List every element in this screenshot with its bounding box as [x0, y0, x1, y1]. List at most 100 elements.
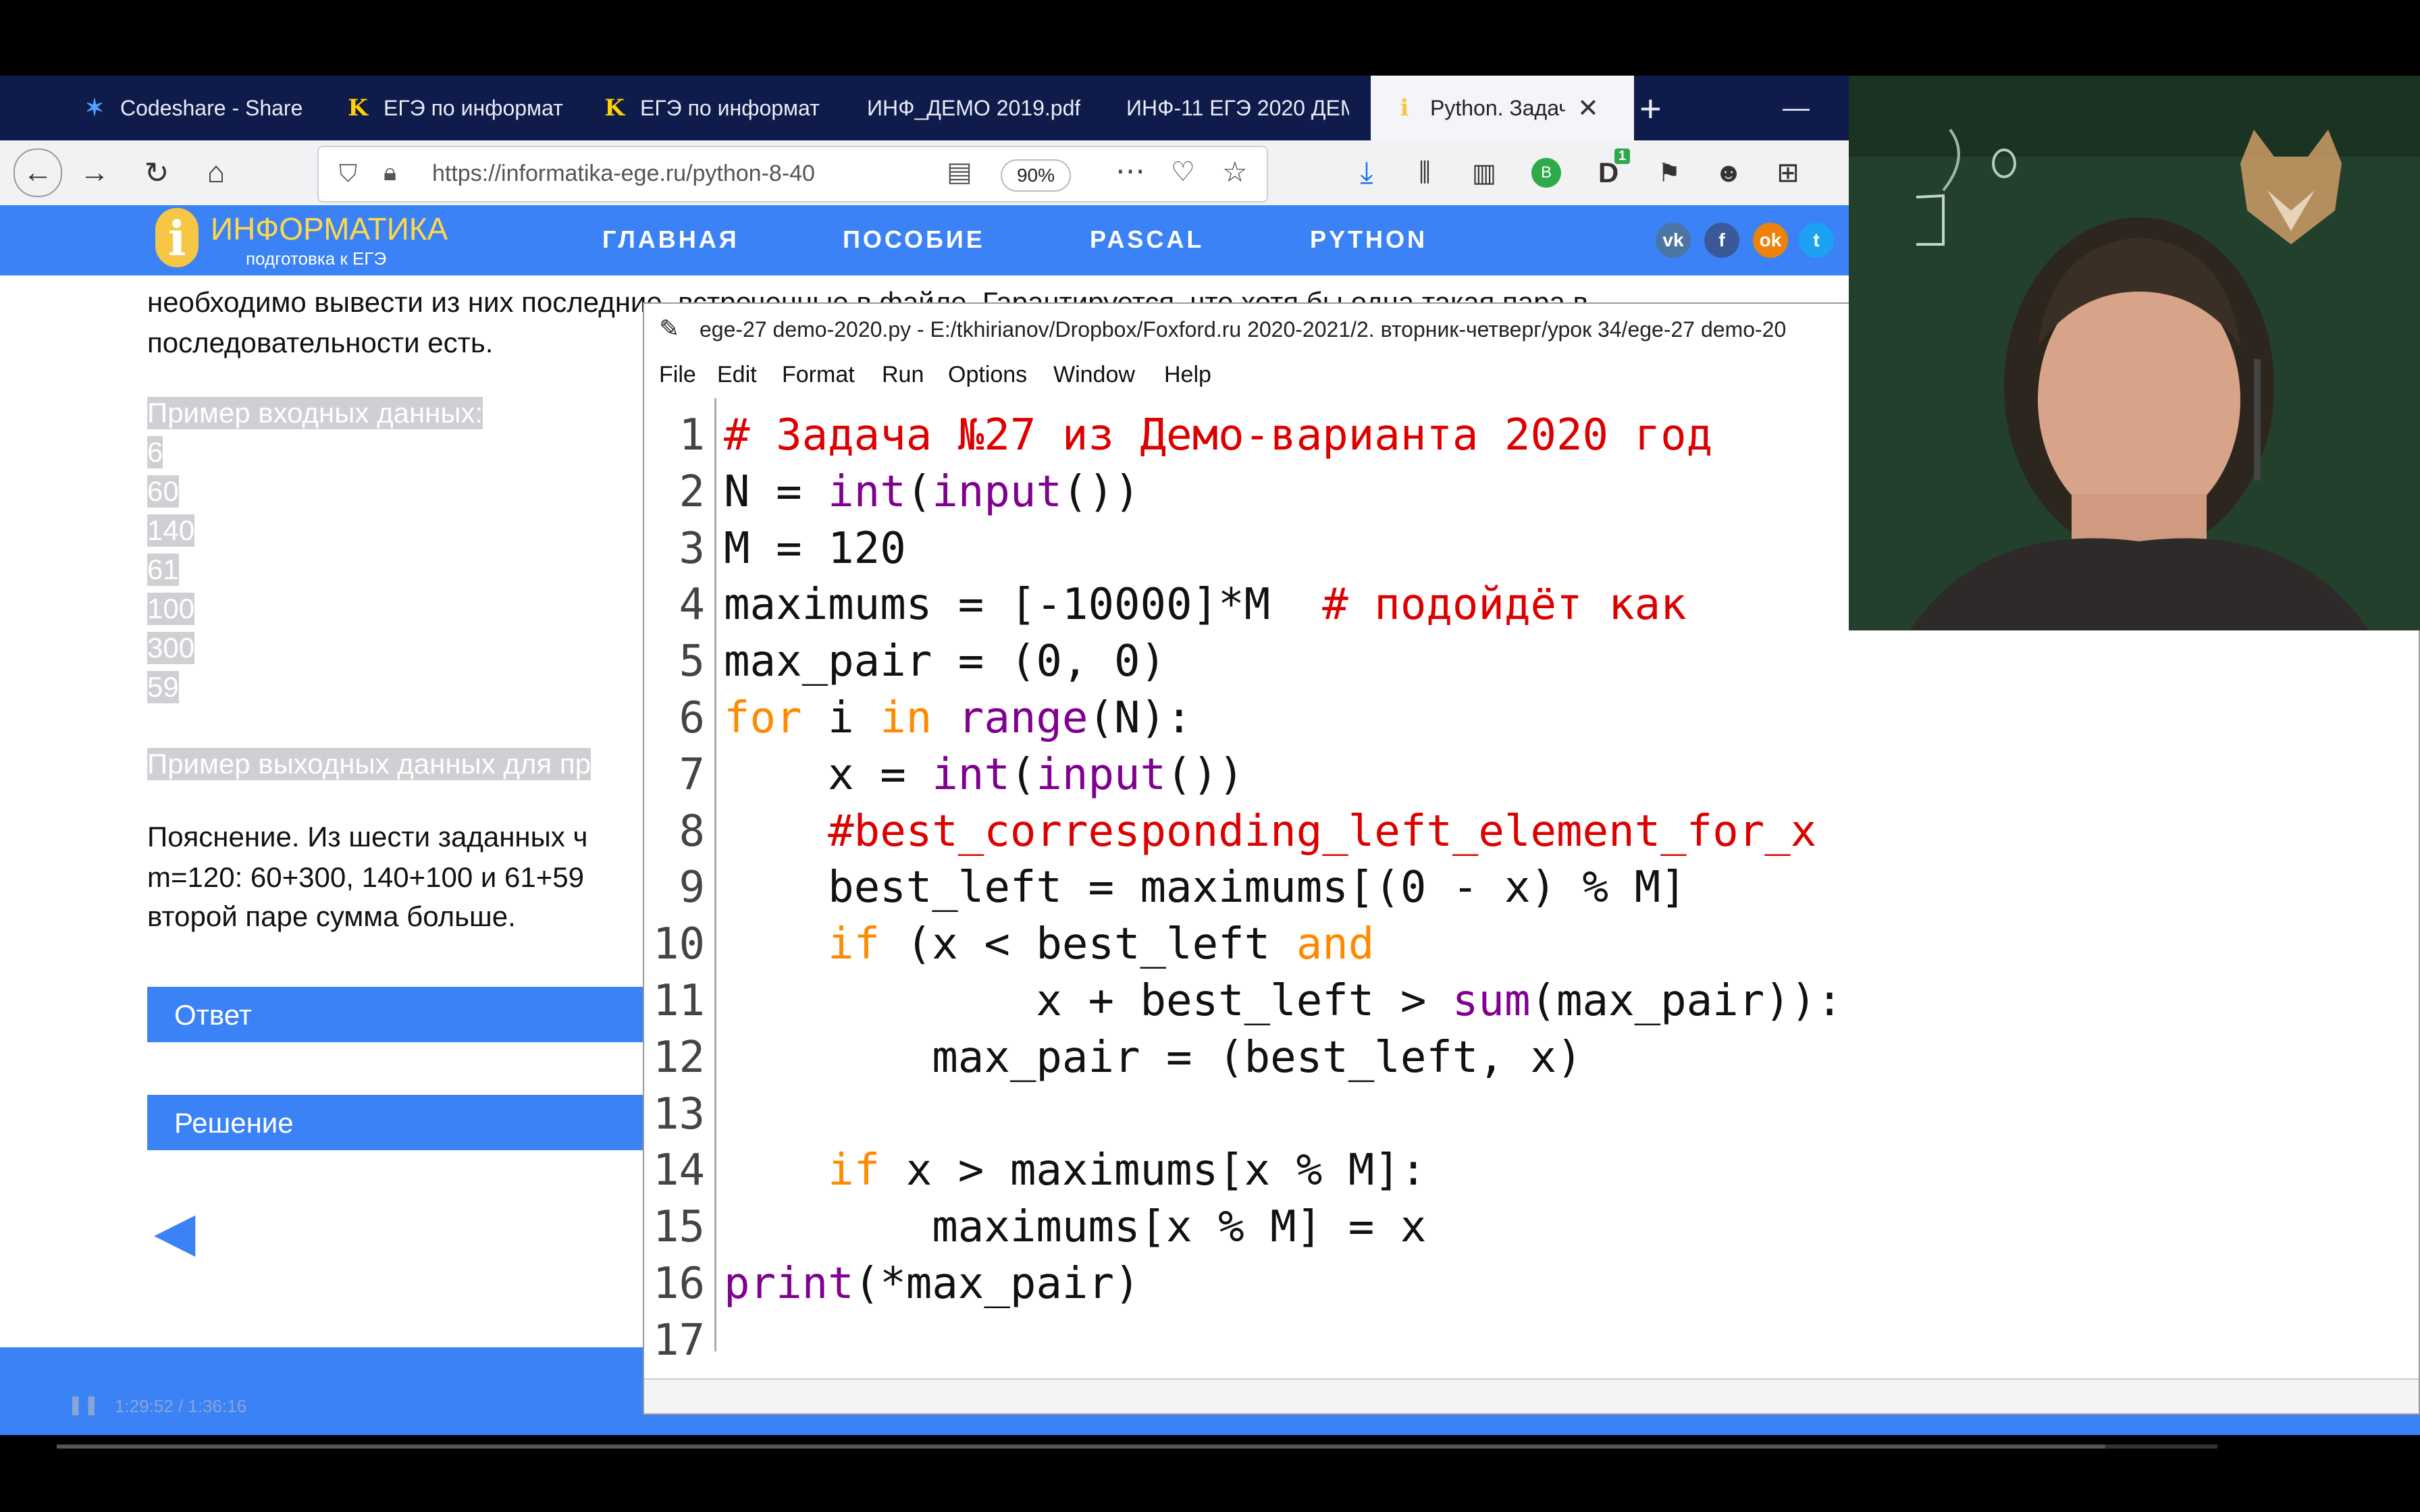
tab-label: ЕГЭ по информат — [640, 95, 820, 120]
minimize-icon[interactable]: — — [1783, 76, 1823, 140]
python-file-icon: ✎ — [659, 315, 680, 342]
webcam-video-overlay — [1849, 76, 2420, 630]
code-token: print — [724, 1259, 854, 1309]
answer-button[interactable]: Ответ — [147, 987, 647, 1042]
code-token: in — [880, 693, 932, 743]
menu-item-home[interactable]: ГЛАВНАЯ — [602, 225, 739, 254]
vk-icon[interactable]: vk — [1656, 223, 1691, 258]
pocket-icon[interactable]: ♡ — [1171, 157, 1195, 188]
url-text: https://informatika-ege.ru/python-8-40 — [432, 161, 815, 186]
code-token: i — [801, 693, 880, 743]
idle-menu-help[interactable]: Help — [1164, 362, 1211, 388]
shield-icon: ⛉ — [339, 159, 358, 187]
pause-icon[interactable]: ❚❚ — [68, 1393, 99, 1415]
code-token: x > maximums[x % M]: — [880, 1145, 1427, 1196]
code-token: best_left = maximums[(0 - x) % M] — [724, 863, 1687, 913]
close-tab-icon[interactable]: ✕ — [1577, 93, 1599, 124]
tab-inf-11[interactable]: ИНФ-11 ЕГЭ 2020 ДЕМ — [1126, 76, 1349, 140]
idle-menu-run[interactable]: Run — [882, 362, 924, 388]
code-line: # Задача №27 из Демо-варианта 2020 год — [724, 410, 1712, 460]
back-arrow-icon[interactable]: ◀ — [154, 1200, 196, 1263]
extension-b-icon[interactable]: B — [1527, 154, 1565, 192]
menu-item-pascal[interactable]: PASCAL — [1090, 225, 1204, 254]
tab-codeshare[interactable]: ✶ Codeshare - Share — [81, 76, 311, 140]
code-token: input — [1036, 749, 1167, 800]
logo-title[interactable]: ИНФОРМАТИКА — [211, 211, 448, 247]
browser-toolbar: ← → ↻ ⌂ ⛉ 🔒︎ https://informatika-ege.ru/… — [0, 140, 1849, 207]
sidebar-icon[interactable]: ▥ — [1465, 154, 1503, 192]
input-value: 60 — [147, 475, 179, 508]
lock-icon: 🔒︎ — [384, 158, 397, 186]
rss-icon[interactable]: ⚑ — [1650, 154, 1688, 192]
code-line: if (x < best_left and — [724, 919, 1374, 969]
code-line: M = 120 — [724, 524, 906, 574]
k-icon: K — [604, 94, 625, 122]
code-line: max_pair = (best_left, x) — [724, 1033, 1582, 1083]
code-line: max_pair = (0, 0) — [724, 637, 1166, 686]
idle-menu-options[interactable]: Options — [948, 362, 1027, 388]
task-text-line: последовательности есть. — [147, 327, 494, 358]
account-icon[interactable]: ☻ — [1710, 154, 1747, 192]
answer-label: Ответ — [174, 999, 252, 1031]
forward-icon[interactable]: → — [76, 154, 113, 192]
extension-d-icon[interactable]: D1 — [1589, 148, 1630, 192]
menu-item-guide[interactable]: ПОСОБИЕ — [843, 225, 985, 254]
idle-menu-format[interactable]: Format — [782, 362, 855, 388]
more-actions-icon[interactable]: ⋯ — [1115, 154, 1145, 188]
code-line: maximums[x % M] = x — [724, 1202, 1426, 1252]
bulb-icon: i — [1400, 94, 1409, 122]
code-token: N = — [724, 466, 828, 517]
reload-icon[interactable]: ↻ — [138, 154, 176, 192]
zoom-level[interactable]: 90% — [1001, 159, 1071, 192]
url-bar[interactable]: ⛉ 🔒︎ https://informatika-ege.ru/python-8… — [317, 146, 1268, 202]
idle-menu-window[interactable]: Window — [1053, 362, 1135, 388]
odnoklassniki-icon[interactable]: ok — [1753, 223, 1788, 258]
code-token: ()) — [1061, 466, 1140, 517]
input-value: 100 — [147, 593, 195, 625]
code-line: x + best_left > sum(max_pair)): — [724, 976, 1843, 1026]
idle-menu-edit[interactable]: Edit — [717, 362, 757, 388]
solution-label: Решение — [174, 1107, 294, 1139]
tab-ege-2[interactable]: K ЕГЭ по информат — [601, 76, 831, 140]
reader-view-icon[interactable]: ▤ — [947, 157, 972, 188]
new-tab-button[interactable]: + — [1639, 76, 1680, 140]
code-line: print(*max_pair) — [724, 1259, 1140, 1309]
menu-item-python[interactable]: PYTHON — [1310, 225, 1427, 254]
bookmark-star-icon[interactable]: ☆ — [1222, 155, 1248, 188]
k-icon: K — [348, 94, 368, 122]
tab-ege-1[interactable]: K ЕГЭ по информат — [344, 76, 574, 140]
code-token: (x < best_left — [880, 919, 1296, 970]
idle-menu-file[interactable]: File — [659, 362, 696, 388]
codeshare-icon: ✶ — [84, 94, 105, 122]
extension-badge: 1 — [1614, 148, 1630, 164]
download-icon[interactable]: ⤓ — [1348, 154, 1386, 192]
code-token: (N): — [1088, 693, 1192, 743]
code-token: input — [932, 466, 1062, 517]
extension-bars-icon[interactable]: ⊞ — [1769, 154, 1807, 192]
library-icon[interactable]: ⫼ — [1406, 154, 1444, 192]
tab-python-active[interactable]: i Python. Задач ✕ — [1371, 76, 1634, 140]
site-header: i ИНФОРМАТИКА подготовка к ЕГЭ ГЛАВНАЯ П… — [0, 205, 1849, 275]
code-token: if — [828, 1145, 880, 1196]
tab-demo-2019[interactable]: ИНФ_ДЕМО 2019.pdf — [867, 76, 1097, 140]
code-token: M = 120 — [724, 523, 906, 574]
code-token: x + best_left > — [724, 976, 1452, 1026]
explanation-line: второй паре сумма больше. — [147, 900, 516, 932]
home-icon[interactable]: ⌂ — [197, 154, 235, 192]
back-icon[interactable]: ← — [14, 148, 62, 197]
logo-icon: i — [155, 208, 199, 267]
code-token: # Задача №27 из Демо-варианта 2020 год — [724, 410, 1713, 460]
solution-button[interactable]: Решение — [147, 1095, 647, 1150]
idle-status-bar — [644, 1378, 2419, 1413]
code-token: (*max_pair) — [853, 1259, 1140, 1309]
code-line: if x > maximums[x % M]: — [724, 1145, 1426, 1195]
code-token: (max_pair)): — [1530, 976, 1843, 1026]
code-token: range — [957, 693, 1088, 743]
facebook-icon[interactable]: f — [1704, 223, 1739, 258]
input-value: 59 — [147, 671, 179, 703]
tab-label: Python. Задач — [1430, 95, 1565, 120]
twitter-icon[interactable]: t — [1799, 223, 1834, 258]
code-token: ( — [905, 466, 932, 517]
code-line: x = int(input()) — [724, 750, 1244, 800]
video-progress-bar[interactable] — [57, 1444, 2217, 1449]
